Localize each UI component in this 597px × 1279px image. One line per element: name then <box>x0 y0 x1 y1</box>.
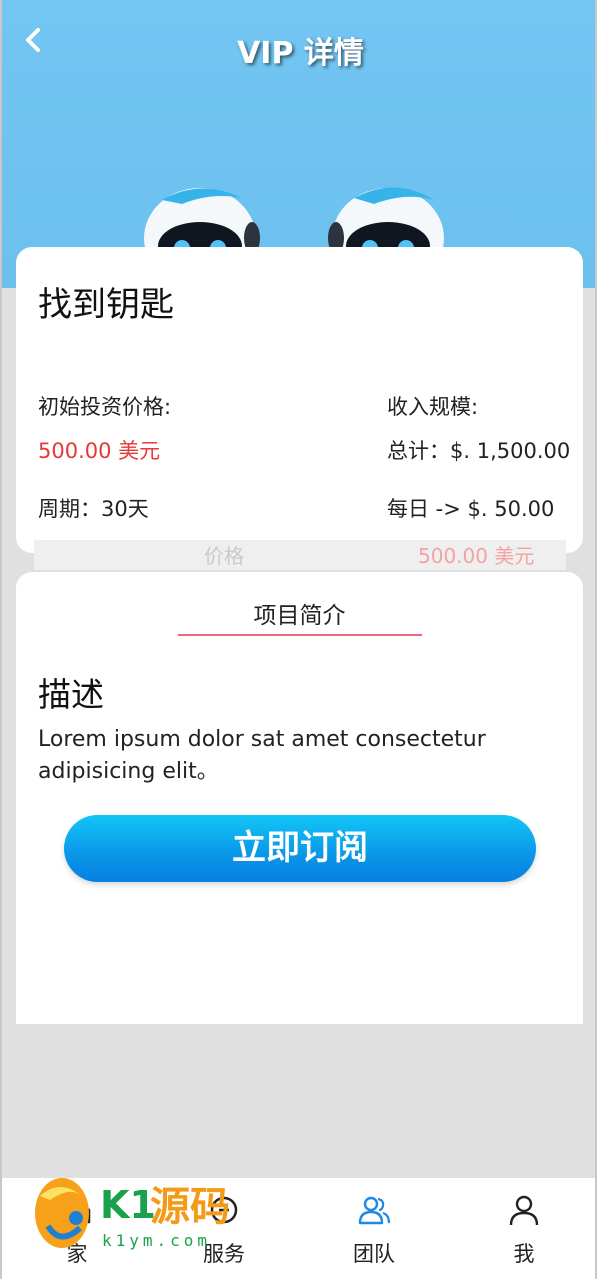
price-value: 500.00 美元 <box>38 439 161 463</box>
watermark-brand-k1: K1 <box>100 1183 156 1227</box>
price-label: 初始投资价格: <box>38 395 172 419</box>
user-icon <box>509 1195 539 1226</box>
period-text: 周期：30天 <box>38 497 149 521</box>
nav-label-me: 我 <box>513 1242 535 1266</box>
product-card: 找到钥匙 初始投资价格: 500.00 美元 周期：30天 收入规模: 总计：$… <box>16 247 583 553</box>
nav-label-team: 团队 <box>353 1242 395 1266</box>
tab-project-intro[interactable]: 项目简介 <box>16 596 583 630</box>
watermark-brand-cn: 源码 <box>150 1184 230 1230</box>
app-page: VIP 详情 找到钥匙 初始投资价格: 500.00 美元 周期：30天 收入规… <box>0 0 597 1279</box>
watermark-logo: K1 源码 k1ym.com <box>35 1178 230 1250</box>
hidden-price-value: 500.00 美元 <box>418 544 535 568</box>
watermark-url: k1ym.com <box>102 1231 211 1250</box>
description-text: Lorem ipsum dolor sat amet consectetur a… <box>38 727 486 784</box>
subscribe-button[interactable]: 立即订阅 <box>64 815 536 882</box>
hidden-price-row: 价格 500.00 美元 <box>34 540 566 570</box>
hero-banner: VIP 详情 <box>2 0 595 288</box>
daily-income: 每日 -> $. 50.00 <box>387 497 555 521</box>
tab-underline <box>178 634 422 636</box>
nav-item-team[interactable]: 团队 <box>299 1178 449 1279</box>
team-icon <box>358 1196 391 1225</box>
total-income: 总计：$. 1,500.00 <box>387 439 571 463</box>
intro-card: 项目简介 描述 Lorem ipsum dolor sat amet conse… <box>16 572 583 1024</box>
page-title: VIP 详情 <box>237 36 364 71</box>
hidden-price-label: 价格 <box>204 544 244 568</box>
income-label: 收入规模: <box>387 395 479 419</box>
product-name: 找到钥匙 <box>38 285 174 325</box>
description-title: 描述 <box>38 675 104 714</box>
nav-item-me[interactable]: 我 <box>449 1178 595 1279</box>
